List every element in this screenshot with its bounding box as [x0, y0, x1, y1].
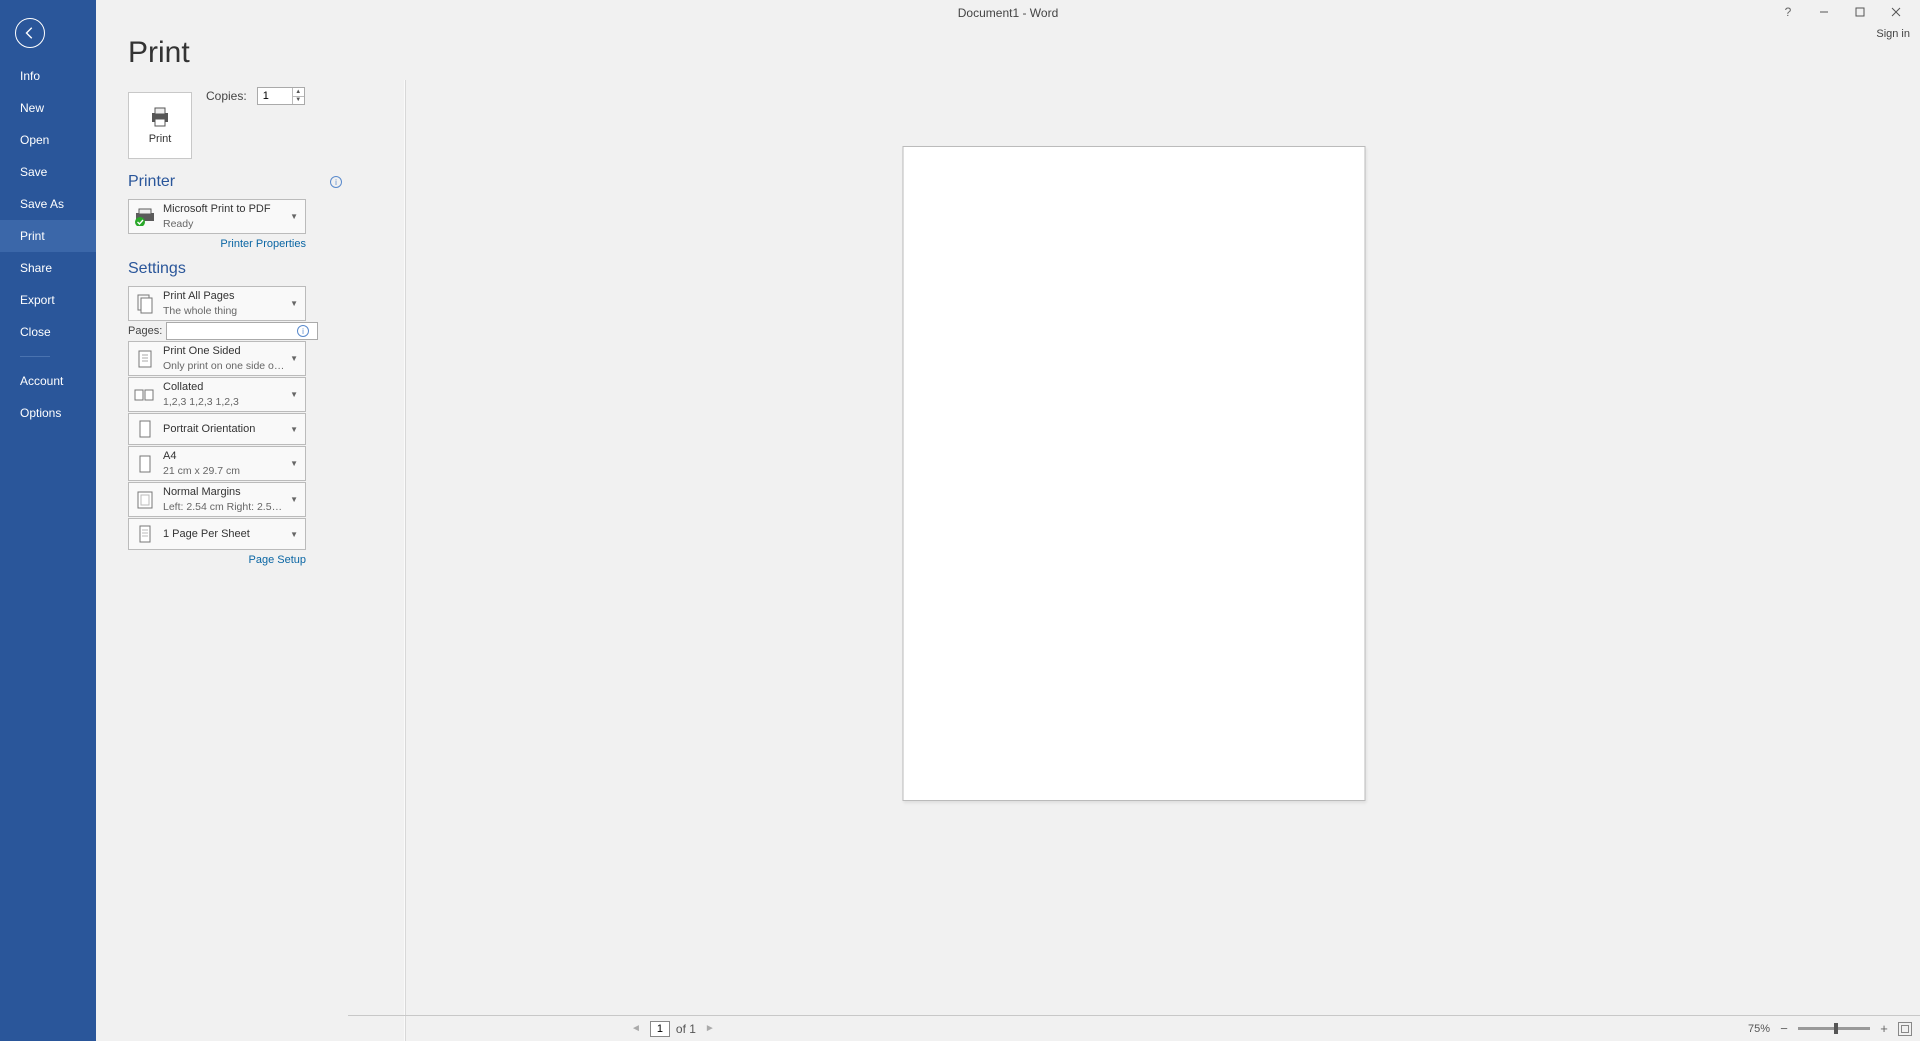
- help-button[interactable]: ?: [1770, 0, 1806, 24]
- print-button-label: Print: [149, 133, 172, 145]
- sidebar-item-share[interactable]: Share: [0, 252, 96, 284]
- sidebar-item-print[interactable]: Print: [0, 220, 96, 252]
- print-preview-area: ◄ of 1 ► 75% − +: [348, 28, 1920, 1041]
- sidebar-separator: [20, 356, 50, 357]
- paper-dropdown[interactable]: A4 21 cm x 29.7 cm ▼: [128, 446, 306, 481]
- page-title: Print: [128, 36, 348, 70]
- orientation-dropdown[interactable]: Portrait Orientation ▼: [128, 413, 306, 445]
- zoom-percent[interactable]: 75%: [1748, 1023, 1770, 1035]
- copies-row: Copies: ▲ ▼: [206, 87, 305, 105]
- printer-device-icon: [133, 205, 157, 229]
- pages-label: Pages:: [128, 325, 160, 337]
- paper-title: A4: [163, 449, 287, 464]
- sidebar-item-options[interactable]: Options: [0, 397, 96, 429]
- maximize-icon: [1855, 7, 1865, 17]
- preview-status-bar: ◄ of 1 ► 75% − +: [348, 1015, 1920, 1041]
- chevron-down-icon: ▼: [287, 212, 301, 221]
- zoom-thumb[interactable]: [1834, 1023, 1838, 1034]
- print-range-sub: The whole thing: [163, 304, 287, 318]
- copies-spinner[interactable]: ▲ ▼: [257, 87, 305, 105]
- page-setup-link[interactable]: Page Setup: [128, 554, 306, 566]
- print-range-title: Print All Pages: [163, 289, 287, 304]
- chevron-down-icon: ▼: [287, 425, 301, 434]
- printer-properties-link[interactable]: Printer Properties: [128, 238, 306, 250]
- fit-to-page-button[interactable]: [1898, 1022, 1912, 1036]
- sidebar-item-saveas[interactable]: Save As: [0, 188, 96, 220]
- collated-sub: 1,2,3 1,2,3 1,2,3: [163, 395, 287, 409]
- prev-page-button[interactable]: ◄: [628, 1023, 644, 1034]
- one-sided-icon: [133, 347, 157, 371]
- sidebar-item-account[interactable]: Account: [0, 365, 96, 397]
- margins-title: Normal Margins: [163, 485, 287, 500]
- per-page-icon: [133, 522, 157, 546]
- printer-icon: [148, 107, 172, 127]
- collated-icon: [133, 383, 157, 407]
- pages-icon: [133, 292, 157, 316]
- window-title: Document1 - Word: [958, 6, 1058, 20]
- copies-label: Copies:: [206, 89, 247, 103]
- zoom-in-button[interactable]: +: [1878, 1021, 1890, 1036]
- portrait-icon: [133, 417, 157, 441]
- copies-up[interactable]: ▲: [293, 88, 304, 97]
- chevron-down-icon: ▼: [287, 390, 301, 399]
- copies-input[interactable]: [258, 90, 292, 102]
- sided-dropdown[interactable]: Print One Sided Only print on one side o…: [128, 341, 306, 376]
- titlebar: Document1 - Word ? Sign in: [96, 0, 1920, 28]
- sidebar-item-save[interactable]: Save: [0, 156, 96, 188]
- print-range-dropdown[interactable]: Print All Pages The whole thing ▼: [128, 286, 306, 321]
- page-navigation: ◄ of 1 ►: [628, 1021, 718, 1037]
- arrow-left-icon: [23, 26, 37, 40]
- maximize-button[interactable]: [1842, 0, 1878, 24]
- settings-heading: Settings: [128, 260, 348, 278]
- paper-sub: 21 cm x 29.7 cm: [163, 464, 287, 478]
- pages-info-icon[interactable]: i: [297, 325, 309, 337]
- printer-status: Ready: [163, 217, 287, 231]
- sided-sub: Only print on one side of th...: [163, 359, 287, 373]
- paper-icon: [133, 452, 157, 476]
- current-page-input[interactable]: [650, 1021, 670, 1037]
- margins-icon: [133, 488, 157, 512]
- minimize-icon: [1819, 7, 1829, 17]
- pages-input[interactable]: [166, 322, 318, 340]
- pages-row: Pages: i: [128, 322, 306, 340]
- main-area: Document1 - Word ? Sign in Print Print: [96, 0, 1920, 1041]
- orientation-title: Portrait Orientation: [163, 422, 287, 437]
- print-settings-panel: Print Print Copies: ▲ ▼: [96, 28, 348, 1041]
- per-page-title: 1 Page Per Sheet: [163, 527, 287, 542]
- printer-info-icon[interactable]: i: [330, 176, 342, 188]
- sidebar-item-close[interactable]: Close: [0, 316, 96, 348]
- minimize-button[interactable]: [1806, 0, 1842, 24]
- margins-sub: Left: 2.54 cm Right: 2.54 cm: [163, 500, 287, 514]
- collated-dropdown[interactable]: Collated 1,2,3 1,2,3 1,2,3 ▼: [128, 377, 306, 412]
- sidebar-item-export[interactable]: Export: [0, 284, 96, 316]
- collated-title: Collated: [163, 380, 287, 395]
- page-of-label: of 1: [676, 1022, 696, 1036]
- close-icon: [1891, 7, 1901, 17]
- margins-dropdown[interactable]: Normal Margins Left: 2.54 cm Right: 2.54…: [128, 482, 306, 517]
- zoom-slider[interactable]: [1798, 1027, 1870, 1030]
- chevron-down-icon: ▼: [287, 495, 301, 504]
- sidebar-item-info[interactable]: Info: [0, 60, 96, 92]
- printer-name: Microsoft Print to PDF: [163, 202, 287, 217]
- zoom-controls: 75% − +: [1748, 1021, 1912, 1036]
- page-preview: [903, 146, 1366, 801]
- close-button[interactable]: [1878, 0, 1914, 24]
- sided-title: Print One Sided: [163, 344, 287, 359]
- next-page-button[interactable]: ►: [702, 1023, 718, 1034]
- copies-down[interactable]: ▼: [293, 97, 304, 105]
- chevron-down-icon: ▼: [287, 530, 301, 539]
- print-button[interactable]: Print: [128, 92, 192, 159]
- zoom-out-button[interactable]: −: [1778, 1021, 1790, 1036]
- chevron-down-icon: ▼: [287, 459, 301, 468]
- sidebar-item-new[interactable]: New: [0, 92, 96, 124]
- pages-per-sheet-dropdown[interactable]: 1 Page Per Sheet ▼: [128, 518, 306, 550]
- back-button[interactable]: [15, 18, 45, 48]
- backstage-sidebar: Info New Open Save Save As Print Share E…: [0, 0, 96, 1041]
- chevron-down-icon: ▼: [287, 299, 301, 308]
- printer-dropdown[interactable]: Microsoft Print to PDF Ready ▼: [128, 199, 306, 234]
- printer-heading: Printer i: [128, 173, 348, 191]
- sidebar-item-open[interactable]: Open: [0, 124, 96, 156]
- chevron-down-icon: ▼: [287, 354, 301, 363]
